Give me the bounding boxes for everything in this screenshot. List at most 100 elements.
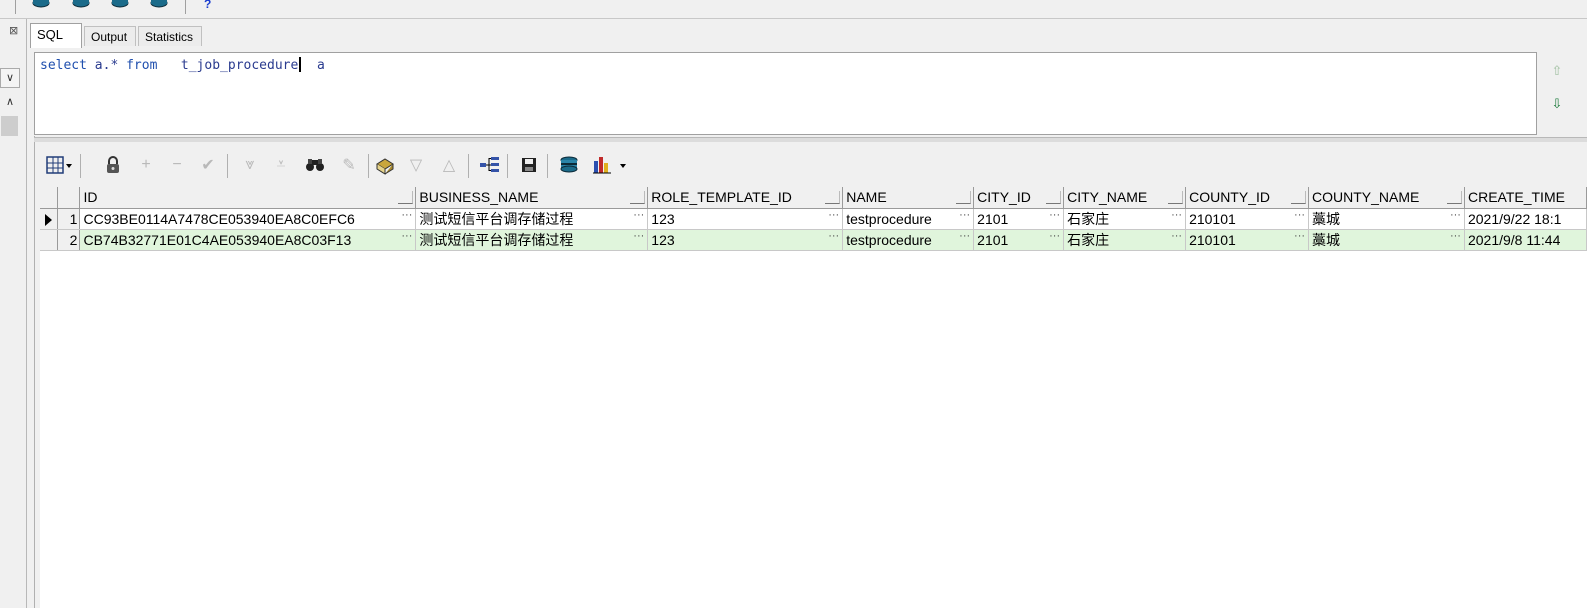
previous-record-icon[interactable]: ▽ (405, 152, 427, 178)
column-filter-button[interactable] (1291, 191, 1307, 204)
result-grid[interactable]: ID BUSINESS_NAME ROLE_TEMPLATE_ID NAME C… (40, 187, 1587, 608)
sql-keyword-from: from (126, 58, 158, 73)
post-changes-icon[interactable]: ✔ (197, 152, 219, 178)
column-filter-button[interactable] (956, 191, 972, 204)
ellipsis-icon[interactable]: ··· (828, 209, 839, 221)
row-number: 1 (57, 208, 81, 230)
column-header-role-template-id[interactable]: ROLE_TEMPLATE_ID (647, 187, 844, 209)
sql-editor[interactable]: select a.* from t_job_procedure a (34, 52, 1537, 135)
ellipsis-icon[interactable]: ··· (1049, 230, 1060, 242)
ellipsis-icon[interactable]: ··· (1294, 230, 1305, 242)
scrollbar-thumb[interactable] (1, 116, 18, 136)
ellipsis-icon[interactable]: ··· (1171, 209, 1182, 221)
table-row[interactable]: 2 CB74B32771E01C4AE053940EA8C03F13 ··· 测试… (40, 229, 1587, 251)
ellipsis-icon[interactable]: ··· (401, 209, 412, 221)
table-row[interactable]: 1 CC93BE0114A7478CE053940EA8C0EFC6 ··· 测试… (40, 208, 1587, 230)
lock-icon[interactable] (102, 152, 124, 178)
toolbar-separator (185, 0, 186, 14)
column-header-create-time[interactable]: CREATE_TIME (1464, 187, 1587, 209)
arrow-down-icon[interactable]: ⇩ (1550, 97, 1564, 111)
editor-grid-splitter[interactable] (34, 137, 1587, 142)
query-by-example-icon[interactable] (374, 152, 396, 178)
cell-create-time[interactable]: 2021/9/8 11:44 (1464, 229, 1587, 251)
column-header-city-name[interactable]: CITY_NAME (1063, 187, 1187, 209)
close-panel-icon[interactable]: ⊠ (9, 24, 18, 37)
tab-sql[interactable]: SQL (30, 23, 82, 48)
grid-options-icon[interactable] (44, 152, 74, 178)
add-record-icon[interactable]: + (135, 152, 157, 178)
fetch-last-icon[interactable]: ⩡ (270, 152, 292, 178)
tab-output[interactable]: Output (84, 26, 136, 46)
clear-record-icon[interactable]: ✎ (338, 152, 360, 178)
row-number: 2 (57, 229, 81, 251)
column-header-name[interactable]: NAME (842, 187, 975, 209)
chevron-up-icon[interactable]: ∧ (0, 93, 20, 113)
triangle-right-icon (45, 213, 53, 226)
cell-city-name[interactable]: 石家庄 ··· (1063, 208, 1187, 230)
chevron-down-icon[interactable]: ∨ (0, 68, 20, 88)
ellipsis-icon[interactable]: ··· (828, 230, 839, 242)
sql-text[interactable]: select a.* from t_job_procedure a (40, 57, 325, 73)
column-header-city-id[interactable]: CITY_ID (973, 187, 1065, 209)
database-icon[interactable] (32, 0, 50, 9)
column-header-county-id[interactable]: COUNTY_ID (1185, 187, 1310, 209)
toolbar-separator (547, 154, 548, 178)
cell-create-time[interactable]: 2021/9/22 18:1 (1464, 208, 1587, 230)
column-filter-button[interactable] (825, 191, 841, 204)
table-header-row: ID BUSINESS_NAME ROLE_TEMPLATE_ID NAME C… (40, 187, 1587, 209)
ellipsis-icon[interactable]: ··· (1294, 209, 1305, 221)
left-panel-strip: ⊠ ∨ ∧ (0, 19, 27, 608)
column-filter-button[interactable] (630, 191, 646, 204)
fetch-next-icon[interactable]: ⩔ (239, 152, 261, 178)
cell-name[interactable]: testprocedure ··· (842, 229, 975, 251)
chart-icon[interactable] (592, 152, 628, 178)
ellipsis-icon[interactable]: ··· (633, 209, 644, 221)
cell-county-id[interactable]: 210101 ··· (1185, 208, 1310, 230)
column-header-business-name[interactable]: BUSINESS_NAME (415, 187, 649, 209)
row-number-header (57, 187, 81, 209)
cell-city-id[interactable]: 2101 ··· (973, 208, 1065, 230)
row-indicator (40, 229, 59, 251)
sql-alias: a (301, 58, 325, 73)
column-filter-button[interactable] (398, 191, 414, 204)
find-icon[interactable] (304, 152, 326, 178)
database-icon[interactable] (111, 0, 129, 9)
cell-city-name[interactable]: 石家庄 ··· (1063, 229, 1187, 251)
cell-name[interactable]: testprocedure ··· (842, 208, 975, 230)
column-filter-button[interactable] (1046, 191, 1062, 204)
ellipsis-icon[interactable]: ··· (633, 230, 644, 242)
tab-statistics[interactable]: Statistics (138, 26, 202, 46)
column-header-id[interactable]: ID (79, 187, 417, 209)
cell-business-name[interactable]: 测试短信平台调存储过程 ··· (415, 208, 649, 230)
ellipsis-icon[interactable]: ··· (1171, 230, 1182, 242)
export-icon[interactable] (558, 152, 580, 178)
toolbar-separator (15, 0, 16, 14)
cell-county-id[interactable]: 210101 ··· (1185, 229, 1310, 251)
help-button[interactable]: ? (204, 0, 211, 11)
cell-county-name[interactable]: 藁城 ··· (1308, 208, 1465, 230)
column-filter-button[interactable] (1446, 191, 1462, 204)
cell-role-template-id[interactable]: 123 ··· (647, 229, 844, 251)
delete-record-icon[interactable]: − (166, 152, 188, 178)
ellipsis-icon[interactable]: ··· (959, 230, 970, 242)
grid-toolbar: + − ✔ ⩔ ⩡ ✎ ▽ △ (42, 152, 642, 182)
cell-city-id[interactable]: 2101 ··· (973, 229, 1065, 251)
next-record-icon[interactable]: △ (438, 152, 460, 178)
ellipsis-icon[interactable]: ··· (1450, 230, 1461, 242)
database-icon[interactable] (72, 0, 90, 9)
column-filter-button[interactable] (1168, 191, 1184, 204)
cell-business-name[interactable]: 测试短信平台调存储过程 ··· (415, 229, 649, 251)
cell-id[interactable]: CB74B32771E01C4AE053940EA8C03F13 ··· (79, 229, 417, 251)
cell-role-template-id[interactable]: 123 ··· (647, 208, 844, 230)
ellipsis-icon[interactable]: ··· (401, 230, 412, 242)
cell-id[interactable]: CC93BE0114A7478CE053940EA8C0EFC6 ··· (79, 208, 417, 230)
arrow-up-icon[interactable]: ⇧ (1550, 64, 1564, 78)
column-header-county-name[interactable]: COUNTY_NAME (1308, 187, 1465, 209)
ellipsis-icon[interactable]: ··· (1049, 209, 1060, 221)
ellipsis-icon[interactable]: ··· (1450, 209, 1461, 221)
explain-plan-icon[interactable] (479, 152, 501, 178)
database-icon[interactable] (150, 0, 168, 9)
cell-county-name[interactable]: 藁城 ··· (1308, 229, 1465, 251)
ellipsis-icon[interactable]: ··· (959, 209, 970, 221)
save-icon[interactable] (518, 152, 540, 178)
